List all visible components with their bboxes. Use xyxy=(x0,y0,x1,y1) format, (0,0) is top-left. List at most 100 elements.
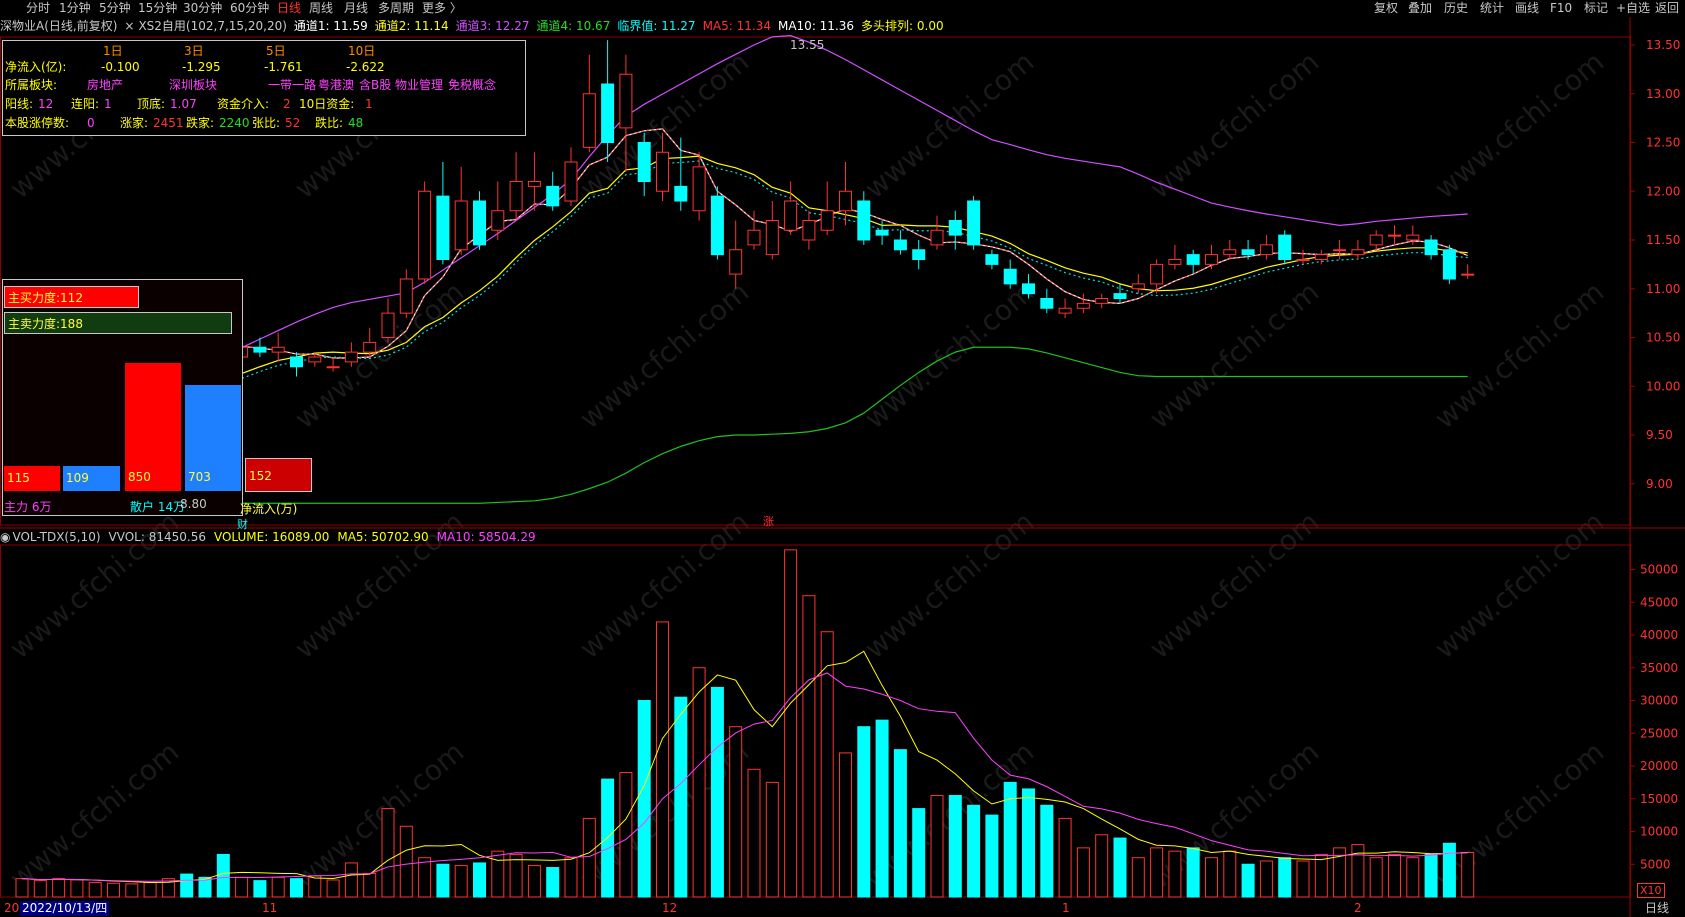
month-tick: 1 xyxy=(1062,901,1070,915)
candle-down xyxy=(601,83,615,143)
watermark-text: www.cfchi.com xyxy=(1143,45,1325,205)
period-label[interactable]: 日线 xyxy=(1645,900,1669,917)
date-cursor-label: 2022/10/13/四 xyxy=(20,901,110,916)
volume-bar xyxy=(1278,857,1292,898)
candle-up xyxy=(1131,283,1145,290)
volume-bar xyxy=(1186,847,1200,898)
net-inflow-10d: -2.622 xyxy=(346,60,385,74)
volume-bar xyxy=(1259,860,1273,898)
volume-bar xyxy=(1205,857,1218,898)
price-axis-label: 13.50 xyxy=(1646,38,1680,52)
volume-bar xyxy=(1241,863,1255,898)
volume-bar xyxy=(436,863,450,898)
candle-up xyxy=(1095,298,1109,304)
volume-bar xyxy=(418,857,432,898)
volume-bar xyxy=(216,853,230,898)
volume-bar xyxy=(930,794,944,898)
volume-bar xyxy=(637,700,651,898)
volume-bar xyxy=(1314,853,1328,898)
volume-info-bar: ◉ VOL-TDX(5,10) VVOL: 81450.56 VOLUME: 1608… xyxy=(0,529,544,545)
candle-down xyxy=(1022,283,1035,295)
watermark-text: www.cfchi.com xyxy=(1143,275,1325,435)
candle-down xyxy=(674,185,688,202)
zhangjia-label: 涨家: xyxy=(120,116,149,130)
sector-item[interactable]: 深圳板块 xyxy=(169,77,217,93)
period-3d: 3日 xyxy=(184,44,204,58)
volume-ma5-value: MA5: 50702.90 xyxy=(337,530,429,544)
yang-label: 阳线: xyxy=(5,97,34,111)
sector-item[interactable]: 物业管理 xyxy=(395,77,443,93)
volume-bar xyxy=(1424,853,1438,898)
volume-bar xyxy=(985,814,999,898)
sector-item[interactable]: 一带一路 xyxy=(268,77,316,93)
flow-bar: 850 xyxy=(125,363,181,491)
candle-down xyxy=(912,249,926,260)
candle-up xyxy=(582,93,596,148)
volume-axis-label: 20000 xyxy=(1640,759,1678,773)
volume-bar xyxy=(1168,850,1182,898)
candle-up xyxy=(930,229,944,246)
candle-up xyxy=(1205,254,1218,265)
price-axis-label: 11.00 xyxy=(1646,282,1680,296)
candle-up xyxy=(619,73,633,129)
diebi-label: 跌比: xyxy=(315,116,344,130)
lianyang-value: 1 xyxy=(104,97,112,111)
volume-indicator-name[interactable]: VOL-TDX(5,10) xyxy=(12,530,100,544)
volume-axis-label: 30000 xyxy=(1640,694,1678,708)
candle-up xyxy=(381,312,395,338)
candle-up xyxy=(344,351,358,363)
candle-up xyxy=(564,161,578,202)
candle-up xyxy=(1058,307,1072,314)
volume-bar xyxy=(1461,851,1475,898)
volume-bar xyxy=(473,862,486,898)
volume-bar xyxy=(1150,847,1164,898)
date-axis: 20 2022/10/13/四 11 12 1 2 日线 xyxy=(0,900,1685,917)
candle-up xyxy=(1351,249,1365,256)
price-axis-label: 10.50 xyxy=(1646,331,1680,345)
flow-bar: 703 xyxy=(185,385,241,491)
candle-up xyxy=(1388,234,1401,237)
watermark-text: www.cfchi.com xyxy=(1428,505,1610,665)
candle-up xyxy=(1150,263,1164,285)
main-buy-strength-bar: 主买力度:112 xyxy=(4,286,139,308)
volume-bar xyxy=(710,686,724,898)
sector-item[interactable]: 免税概念 xyxy=(448,77,496,93)
candle-up xyxy=(1296,259,1310,261)
candle-down xyxy=(473,200,486,246)
volume-bar xyxy=(1406,857,1420,898)
sector-item[interactable]: 含B股 xyxy=(359,77,391,93)
volume-layer xyxy=(15,549,1475,898)
period-10d: 10日 xyxy=(348,44,376,58)
volume-bar xyxy=(784,549,798,898)
candle-down xyxy=(436,195,450,260)
candle-down xyxy=(875,229,889,236)
candle-up xyxy=(1369,234,1383,246)
period-5d: 5日 xyxy=(266,44,286,58)
volume-bar xyxy=(875,719,889,898)
candle-down xyxy=(253,346,267,353)
volume-bar xyxy=(454,865,468,898)
volume-collapse-icon[interactable]: ◉ xyxy=(0,530,10,544)
volume-bar xyxy=(765,781,779,898)
dingdi-value: 1.07 xyxy=(170,97,197,111)
zhang-marker[interactable]: 涨 xyxy=(763,513,774,529)
zhangjia-value: 2451 xyxy=(153,116,184,130)
sector-item[interactable]: 粤港澳 xyxy=(318,77,354,93)
candle-up xyxy=(747,229,761,246)
watermark-text: www.cfchi.com xyxy=(1428,275,1610,435)
volume-bar xyxy=(33,880,47,898)
net-inflow-5d: -1.761 xyxy=(264,60,303,74)
volume-bar xyxy=(253,880,267,898)
zijin10-value: 1 xyxy=(365,97,373,111)
volume-bar xyxy=(1442,842,1456,898)
volume-bar xyxy=(1131,857,1145,898)
axis-layer: 13.50 13.00 12.50 12.00 11.50 11.00 10.50 10.00… xyxy=(1630,38,1680,871)
sector-item[interactable]: 房地产 xyxy=(87,77,123,93)
candle-down xyxy=(546,185,560,207)
candle-up xyxy=(802,220,816,241)
watermark-text: www.cfchi.com xyxy=(288,275,470,435)
volume-bar xyxy=(491,850,505,898)
candle-down xyxy=(637,142,651,182)
net-inflow-label: 净流入(亿): xyxy=(5,60,67,74)
candle-down xyxy=(1040,298,1054,309)
